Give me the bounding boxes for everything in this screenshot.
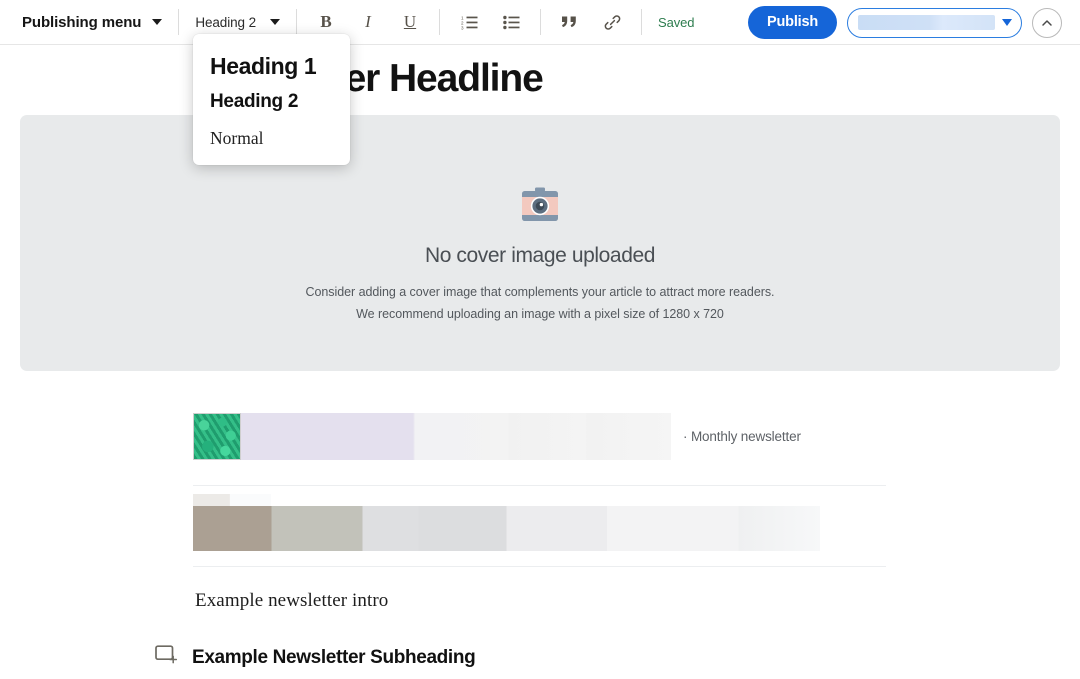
style-option-heading-2[interactable]: Heading 2 (193, 84, 350, 119)
publication-select[interactable] (847, 7, 1022, 38)
embed-block[interactable]: · Monthly newsletter (193, 413, 801, 460)
style-option-heading-1[interactable]: Heading 1 (193, 48, 350, 84)
cover-empty-description: Consider adding a cover image that compl… (306, 282, 775, 325)
embed-caption: · Monthly newsletter (683, 429, 801, 444)
underline-button[interactable]: U (397, 9, 423, 35)
publish-button[interactable]: Publish (748, 6, 837, 39)
chevron-down-icon (152, 19, 163, 25)
link-button[interactable] (599, 9, 625, 35)
embed-text-placeholder (241, 413, 671, 460)
green-foliage-thumbnail (193, 413, 241, 460)
placeholder-block[interactable] (193, 506, 820, 551)
block-divider (193, 485, 886, 486)
camera-icon (518, 187, 562, 230)
toolbar-divider (439, 9, 440, 35)
chevron-down-icon (270, 19, 280, 25)
toolbar-divider (540, 9, 541, 35)
bold-button[interactable]: B (313, 9, 339, 35)
block-divider (193, 566, 886, 567)
chevron-up-icon (1042, 19, 1052, 26)
insert-group (557, 9, 625, 35)
publishing-menu-label: Publishing menu (22, 13, 142, 31)
cover-description-line-1: Consider adding a cover image that compl… (305, 285, 775, 299)
cover-empty-title: No cover image uploaded (424, 244, 656, 267)
subheading-text[interactable]: Example Newsletter Subheading (192, 647, 476, 669)
save-status: Saved (658, 14, 695, 30)
blockquote-button[interactable] (557, 9, 583, 35)
text-format-group: B I U (313, 9, 423, 35)
italic-button[interactable]: I (355, 9, 381, 35)
toolbar-divider (641, 9, 642, 35)
add-image-block-icon[interactable] (155, 645, 178, 671)
toolbar-divider (178, 9, 180, 35)
publishing-menu-button[interactable]: Publishing menu (22, 13, 163, 31)
publication-loading-placeholder (858, 15, 995, 30)
text-style-selector[interactable]: Heading 2 (195, 15, 280, 30)
style-option-normal[interactable]: Normal (193, 119, 350, 154)
cover-description-line-2: We recommend uploading an image with a p… (356, 306, 724, 321)
text-style-dropdown-menu: Heading 1 Heading 2 Normal (193, 34, 350, 166)
numbered-list-button[interactable]: 1 2 3 (456, 9, 482, 35)
toolbar-actions: Publish (748, 0, 1062, 45)
toolbar-divider (296, 9, 297, 35)
subheading-row: Example Newsletter Subheading (155, 645, 476, 671)
placeholder-block-top (193, 494, 271, 506)
collapse-toolbar-button[interactable] (1032, 7, 1062, 38)
cover-image-upload-area[interactable]: No cover image uploaded Consider adding … (20, 115, 1060, 371)
editor-toolbar: Publishing menu Heading 2 B I U 1 2 3 Sa… (0, 0, 1080, 45)
text-style-value: Heading 2 (195, 14, 256, 30)
list-format-group: 1 2 3 (456, 9, 524, 35)
svg-text:3: 3 (461, 25, 464, 29)
chevron-down-icon (1002, 19, 1012, 26)
bulleted-list-button[interactable] (498, 9, 524, 35)
newsletter-editor-app: Publishing menu Heading 2 B I U 1 2 3 Sa… (0, 0, 1080, 679)
intro-paragraph[interactable]: Example newsletter intro (195, 590, 388, 612)
